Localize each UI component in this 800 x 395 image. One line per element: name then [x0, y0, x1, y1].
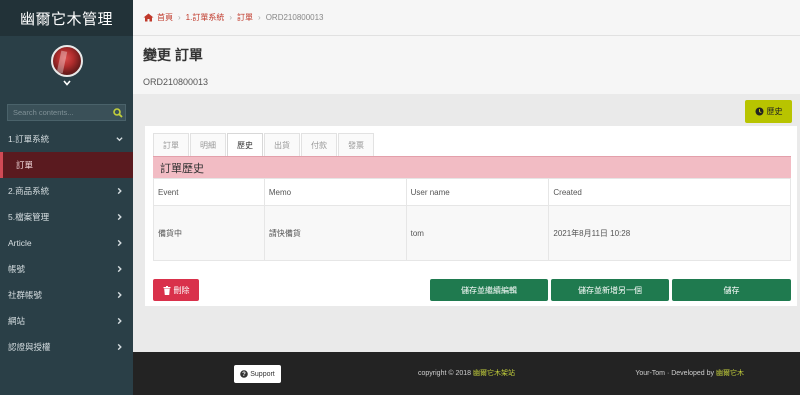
chevron-down-icon: [116, 137, 123, 142]
chevron-right-icon: [117, 317, 122, 325]
sidebar-item-label: 社群帳號: [8, 290, 43, 300]
tab-details[interactable]: 明細: [190, 133, 226, 156]
sidebar-item-social-accounts[interactable]: 社群帳號: [0, 282, 133, 308]
sidebar-item-product-system[interactable]: 2.商品系統: [0, 178, 133, 204]
developed-by-text: Your-Tom · Developed by: [635, 370, 715, 377]
column-header-event: Event: [153, 178, 265, 206]
sidebar-item-label: 5.檔案管理: [8, 212, 50, 222]
footer: ? Support copyright © 2018 幽爾它木架站 Your-T…: [133, 352, 800, 395]
order-card: 訂單 明細 歷史 出貨 付款 發票 訂單歷史 Event Memo User n…: [145, 126, 797, 306]
cell-created: 2021年8月11日 10:28: [548, 205, 791, 261]
tab-order[interactable]: 訂單: [153, 133, 189, 156]
sidebar-item-auth[interactable]: 認證與授權: [0, 334, 133, 360]
sidebar-search: [7, 104, 126, 121]
brand-title[interactable]: 幽爾它木管理: [0, 0, 133, 36]
table-row: 備貨中 請快備貨 tom 2021年8月11日 10:28: [153, 205, 791, 261]
page-subtitle: ORD210800013: [143, 77, 209, 87]
clock-icon: [755, 107, 763, 116]
cell-memo: 請快備貨: [263, 205, 407, 261]
breadcrumb-home-label: 首頁: [157, 13, 173, 22]
delete-button-label: 刪除: [173, 285, 190, 295]
footer-copyright: copyright © 2018 幽爾它木架站: [418, 368, 515, 378]
save-and-add-another-button[interactable]: 儲存並新增另一個: [551, 279, 669, 301]
support-button[interactable]: ? Support: [234, 365, 281, 383]
active-indicator: [0, 152, 3, 178]
breadcrumb-separator: ›: [178, 13, 181, 22]
breadcrumb-current: ORD210800013: [265, 13, 324, 22]
sidebar-item-label: 2.商品系統: [8, 186, 50, 196]
sidebar-item-label: 訂單: [16, 160, 34, 170]
chevron-right-icon: [117, 187, 122, 195]
sidebar-item-label: 認證與授權: [8, 342, 51, 352]
sidebar-item-article[interactable]: Article: [0, 230, 133, 256]
footer-developer: Your-Tom · Developed by 幽爾它木: [635, 368, 744, 378]
page-header: 變更 訂單 ORD210800013: [133, 36, 800, 94]
tab-shipping[interactable]: 出貨: [264, 133, 300, 156]
breadcrumb: 首頁 › 1.訂單系統 › 訂單 › ORD210800013: [133, 0, 800, 36]
chevron-right-icon: [117, 291, 122, 299]
sidebar: 幽爾它木管理 1.訂單系統 訂單 2.商品系統 5.檔案管理 Article: [0, 0, 133, 395]
profile-area: [0, 36, 133, 100]
search-icon: [112, 107, 123, 118]
sidebar-item-sites[interactable]: 網站: [0, 308, 133, 334]
history-table: Event Memo User name Created 備貨中 請快備貨 to…: [153, 178, 791, 261]
breadcrumb-order-system[interactable]: 1.訂單系統: [186, 12, 225, 23]
chevron-right-icon: [117, 265, 122, 273]
chevron-right-icon: [117, 213, 122, 221]
delete-button[interactable]: 刪除: [153, 279, 199, 301]
cell-user-name: tom: [405, 205, 550, 261]
copyright-link[interactable]: 幽爾它木架站: [473, 370, 515, 377]
history-button-label: 歷史: [766, 107, 783, 116]
search-input[interactable]: [8, 105, 110, 120]
chevron-down-icon[interactable]: [62, 80, 71, 86]
sidebar-item-accounts[interactable]: 帳號: [0, 256, 133, 282]
sidebar-item-label: 網站: [8, 316, 26, 326]
question-circle-icon: ?: [240, 370, 249, 378]
column-header-created: Created: [548, 178, 791, 206]
breadcrumb-separator: ›: [229, 13, 233, 22]
copyright-text: copyright © 2018: [418, 370, 472, 377]
tab-bar: 訂單 明細 歷史 出貨 付款 發票: [153, 133, 375, 156]
column-header-memo: Memo: [263, 178, 407, 206]
svg-text:?: ?: [242, 372, 246, 378]
sidebar-item-order-system[interactable]: 1.訂單系統: [0, 126, 133, 152]
breadcrumb-orders[interactable]: 訂單: [237, 12, 253, 23]
save-and-continue-button[interactable]: 儲存並繼續編輯: [430, 279, 548, 301]
tab-history[interactable]: 歷史: [227, 133, 263, 156]
breadcrumb-home[interactable]: 首頁: [143, 12, 173, 23]
breadcrumb-separator: ›: [258, 13, 261, 22]
history-button[interactable]: 歷史: [745, 100, 792, 123]
column-header-user-name: User name: [405, 178, 550, 206]
sidebar-menu: 1.訂單系統 訂單 2.商品系統 5.檔案管理 Article 帳號 社群帳號: [0, 126, 133, 360]
trash-icon: [163, 285, 170, 295]
tab-invoice[interactable]: 發票: [338, 133, 374, 156]
cell-event: 備貨中: [153, 205, 265, 261]
page-title: 變更 訂單: [143, 47, 203, 63]
chevron-right-icon: [117, 343, 122, 351]
sidebar-item-file-management[interactable]: 5.檔案管理: [0, 204, 133, 230]
sidebar-item-orders[interactable]: 訂單: [0, 152, 133, 178]
search-button[interactable]: [110, 105, 125, 120]
section-title: 訂單歷史: [153, 156, 791, 178]
sidebar-item-label: 帳號: [8, 264, 26, 274]
home-icon: [143, 13, 154, 22]
developer-link[interactable]: 幽爾它木: [716, 370, 744, 377]
tab-payment[interactable]: 付款: [301, 133, 337, 156]
support-button-label: Support: [250, 370, 275, 378]
sidebar-item-label: 1.訂單系統: [8, 134, 50, 144]
save-button[interactable]: 儲存: [672, 279, 791, 301]
chevron-right-icon: [117, 239, 122, 247]
table-header-row: Event Memo User name Created: [153, 178, 791, 206]
sidebar-item-label: Article: [8, 238, 32, 248]
avatar[interactable]: [50, 45, 83, 77]
